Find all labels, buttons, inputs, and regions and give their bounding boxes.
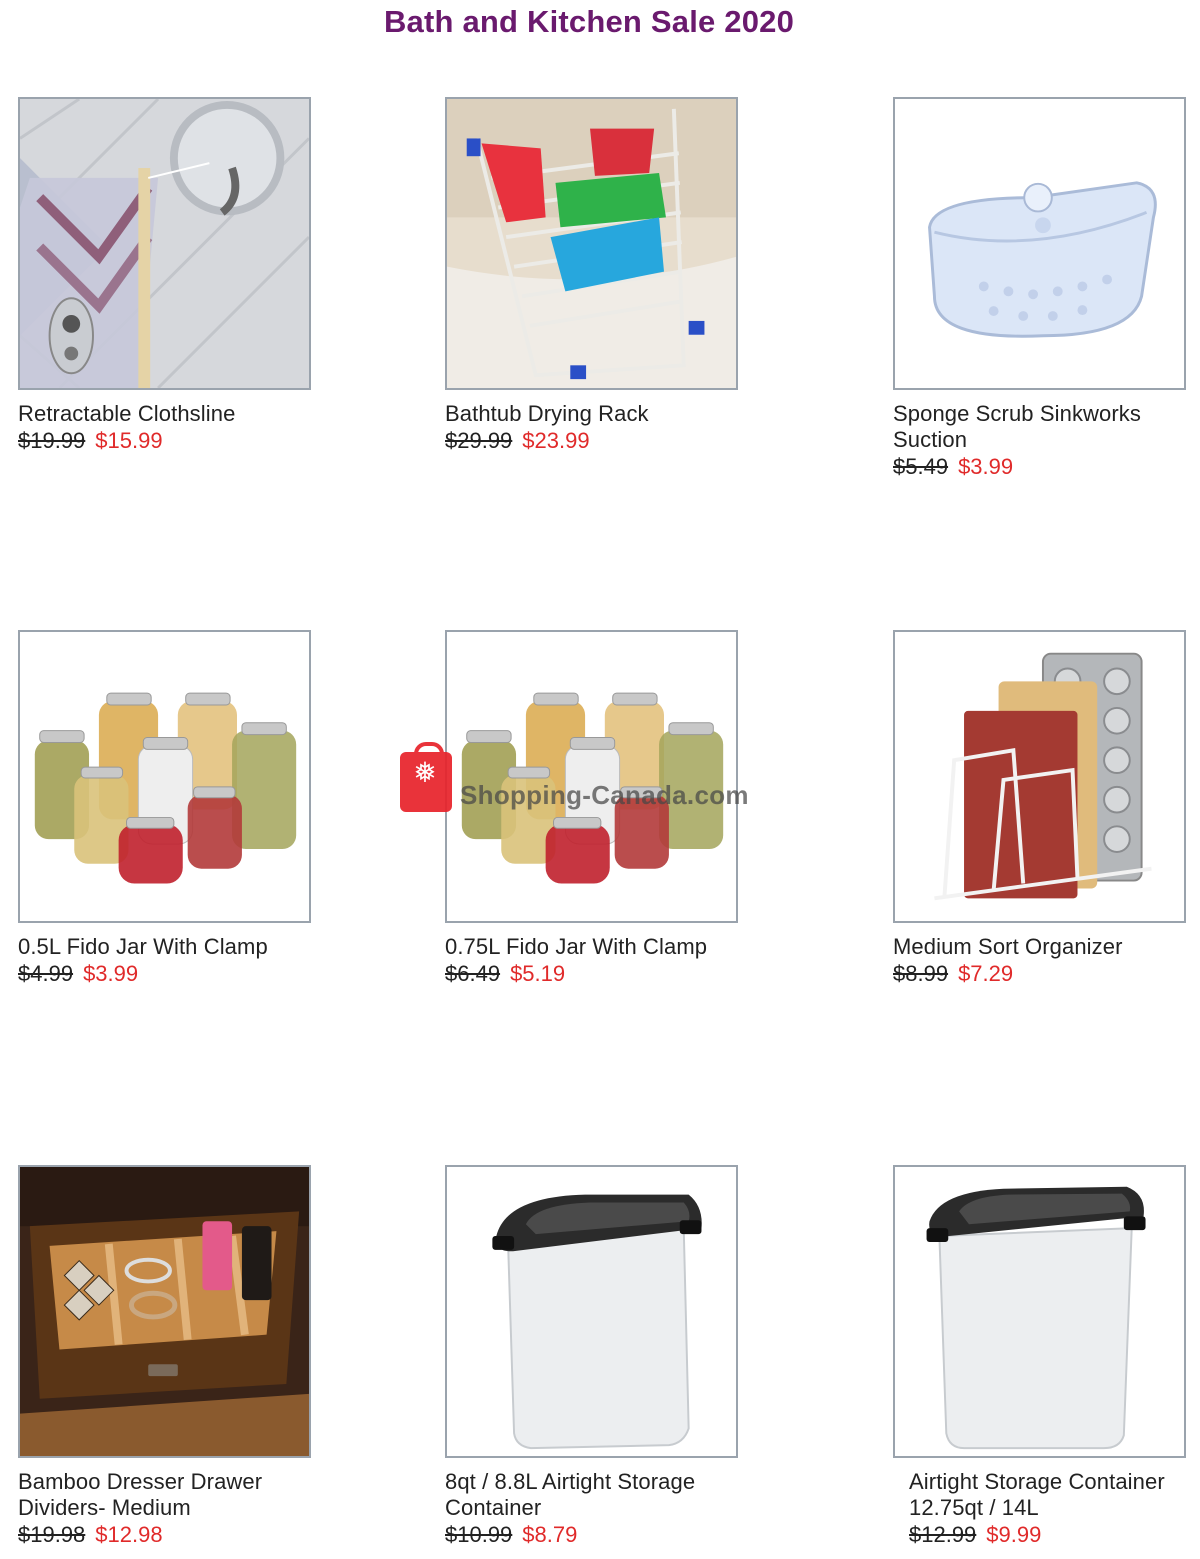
sponge-caddy-image bbox=[895, 99, 1184, 388]
product-image-storage-container-12qt[interactable] bbox=[893, 1165, 1186, 1458]
sort-organizer-image bbox=[895, 632, 1184, 921]
old-price: $6.49 bbox=[445, 961, 501, 986]
product-card[interactable]: 0.5L Fido Jar With Clamp $4.99 $3.99 bbox=[18, 630, 318, 987]
sale-price: $23.99 bbox=[522, 428, 590, 453]
product-image-fido-jar-075l[interactable] bbox=[445, 630, 738, 923]
product-name[interactable]: Sponge Scrub Sinkworks Suction bbox=[893, 401, 1193, 453]
product-image-bathtub-drying-rack[interactable] bbox=[445, 97, 738, 390]
product-image-storage-container-8qt[interactable] bbox=[445, 1165, 738, 1458]
maple-leaf-icon: ❅ bbox=[413, 757, 437, 788]
product-prices: $4.99 $3.99 bbox=[18, 960, 318, 987]
product-prices: $6.49 $5.19 bbox=[445, 960, 745, 987]
sale-price: $9.99 bbox=[986, 1522, 1042, 1547]
old-price: $19.98 bbox=[18, 1522, 86, 1547]
product-card[interactable]: Bamboo Dresser Drawer Dividers- Medium $… bbox=[18, 1165, 318, 1548]
fido-jars-image bbox=[20, 632, 309, 921]
product-card[interactable]: Medium Sort Organizer $8.99 $7.29 bbox=[893, 630, 1193, 987]
product-name[interactable]: Medium Sort Organizer bbox=[893, 934, 1193, 960]
sale-price: $8.79 bbox=[522, 1522, 578, 1547]
product-card[interactable]: Bathtub Drying Rack $29.99 $23.99 bbox=[445, 97, 745, 454]
storage-container-image bbox=[895, 1167, 1184, 1456]
drawer-dividers-image bbox=[20, 1167, 309, 1456]
product-prices: $5.49 $3.99 bbox=[893, 453, 1193, 480]
sale-price: $5.19 bbox=[510, 961, 566, 986]
product-prices: $12.99 $9.99 bbox=[893, 1521, 1193, 1548]
product-image-sort-organizer[interactable] bbox=[893, 630, 1186, 923]
product-image-fido-jar-05l[interactable] bbox=[18, 630, 311, 923]
product-card[interactable]: Retractable Clothsline $19.99 $15.99 bbox=[18, 97, 318, 454]
old-price: $10.99 bbox=[445, 1522, 513, 1547]
product-card[interactable]: 0.75L Fido Jar With Clamp $6.49 $5.19 bbox=[445, 630, 745, 987]
product-name[interactable]: Bamboo Dresser Drawer Dividers- Medium bbox=[18, 1469, 318, 1521]
sale-price: $3.99 bbox=[83, 961, 139, 986]
sale-price: $3.99 bbox=[958, 454, 1014, 479]
product-card[interactable]: Airtight Storage Container 12.75qt / 14L… bbox=[893, 1165, 1193, 1548]
product-prices: $10.99 $8.79 bbox=[445, 1521, 745, 1548]
product-prices: $8.99 $7.29 bbox=[893, 960, 1193, 987]
old-price: $4.99 bbox=[18, 961, 74, 986]
product-name[interactable]: Bathtub Drying Rack bbox=[445, 401, 745, 427]
product-name[interactable]: Airtight Storage Container 12.75qt / 14L bbox=[893, 1469, 1193, 1521]
fido-jars-image bbox=[447, 632, 736, 921]
product-name[interactable]: 8qt / 8.8L Airtight Storage Container bbox=[445, 1469, 745, 1521]
product-image-retractable-clothesline[interactable] bbox=[18, 97, 311, 390]
old-price: $29.99 bbox=[445, 428, 513, 453]
sale-price: $12.98 bbox=[95, 1522, 163, 1547]
product-name[interactable]: Retractable Clothsline bbox=[18, 401, 318, 427]
retractable-clothesline-image bbox=[20, 99, 309, 388]
product-card[interactable]: Sponge Scrub Sinkworks Suction $5.49 $3.9… bbox=[893, 97, 1193, 480]
page-title: Bath and Kitchen Sale 2020 bbox=[383, 4, 795, 39]
product-name[interactable]: 0.75L Fido Jar With Clamp bbox=[445, 934, 745, 960]
product-prices: $19.98 $12.98 bbox=[18, 1521, 318, 1548]
old-price: $5.49 bbox=[893, 454, 949, 479]
sale-price: $15.99 bbox=[95, 428, 163, 453]
product-prices: $19.99 $15.99 bbox=[18, 427, 318, 454]
product-name[interactable]: 0.5L Fido Jar With Clamp bbox=[18, 934, 318, 960]
storage-container-image bbox=[447, 1167, 736, 1456]
product-card[interactable]: 8qt / 8.8L Airtight Storage Container $1… bbox=[445, 1165, 745, 1548]
product-image-sponge-caddy[interactable] bbox=[893, 97, 1186, 390]
bathtub-drying-rack-image bbox=[447, 99, 736, 388]
old-price: $12.99 bbox=[909, 1522, 977, 1547]
product-prices: $29.99 $23.99 bbox=[445, 427, 745, 454]
old-price: $8.99 bbox=[893, 961, 949, 986]
sale-price: $7.29 bbox=[958, 961, 1014, 986]
product-image-drawer-dividers[interactable] bbox=[18, 1165, 311, 1458]
old-price: $19.99 bbox=[18, 428, 86, 453]
